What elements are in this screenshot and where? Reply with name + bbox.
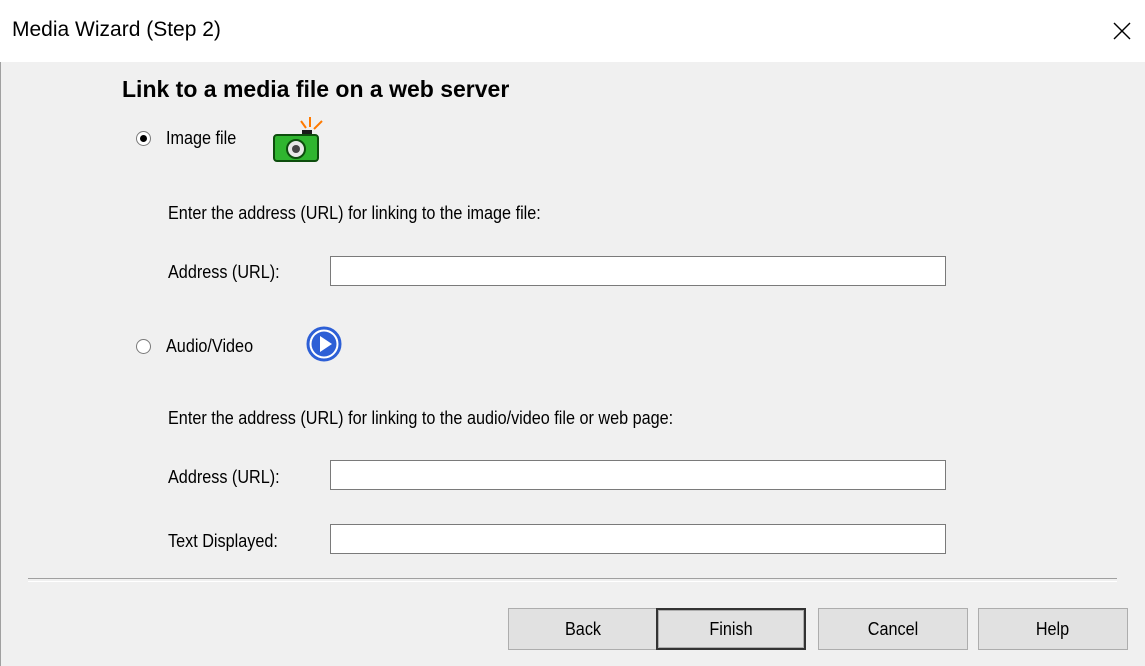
help-button[interactable]: Help: [978, 608, 1128, 650]
image-address-label: Address (URL):: [168, 262, 280, 282]
text-displayed-label: Text Displayed:: [168, 531, 278, 551]
av-url-instruction: Enter the address (URL) for linking to t…: [168, 408, 674, 428]
audio-video-option[interactable]: Audio/Video: [136, 336, 263, 357]
help-button-label: Help: [1036, 618, 1070, 639]
back-button-label: Back: [564, 618, 602, 639]
image-address-input[interactable]: [330, 256, 946, 286]
av-address-input[interactable]: [330, 460, 946, 490]
image-url-instruction: Enter the address (URL) for linking to t…: [168, 203, 541, 223]
cancel-button[interactable]: Cancel: [818, 608, 968, 650]
image-file-radio[interactable]: [136, 131, 151, 146]
audio-video-label: Audio/Video: [166, 336, 254, 356]
window-title: Media Wizard (Step 2): [12, 18, 221, 41]
image-file-option[interactable]: Image file: [136, 128, 244, 149]
camera-icon: [273, 117, 323, 162]
separator: [28, 578, 1117, 582]
title-bar: Media Wizard (Step 2): [0, 0, 1145, 62]
cancel-button-label: Cancel: [867, 618, 919, 639]
play-icon: [306, 326, 342, 362]
close-button[interactable]: [1099, 0, 1145, 62]
finish-button[interactable]: Finish: [656, 608, 806, 650]
close-icon: [1113, 22, 1131, 40]
finish-button-label: Finish: [709, 618, 753, 639]
av-address-label: Address (URL):: [168, 467, 280, 487]
audio-video-radio[interactable]: [136, 339, 151, 354]
back-button[interactable]: Back: [508, 608, 658, 650]
image-file-label: Image file: [166, 128, 237, 148]
window-border: [0, 62, 1, 666]
text-displayed-input[interactable]: [330, 524, 946, 554]
page-heading: Link to a media file on a web server: [122, 76, 510, 102]
